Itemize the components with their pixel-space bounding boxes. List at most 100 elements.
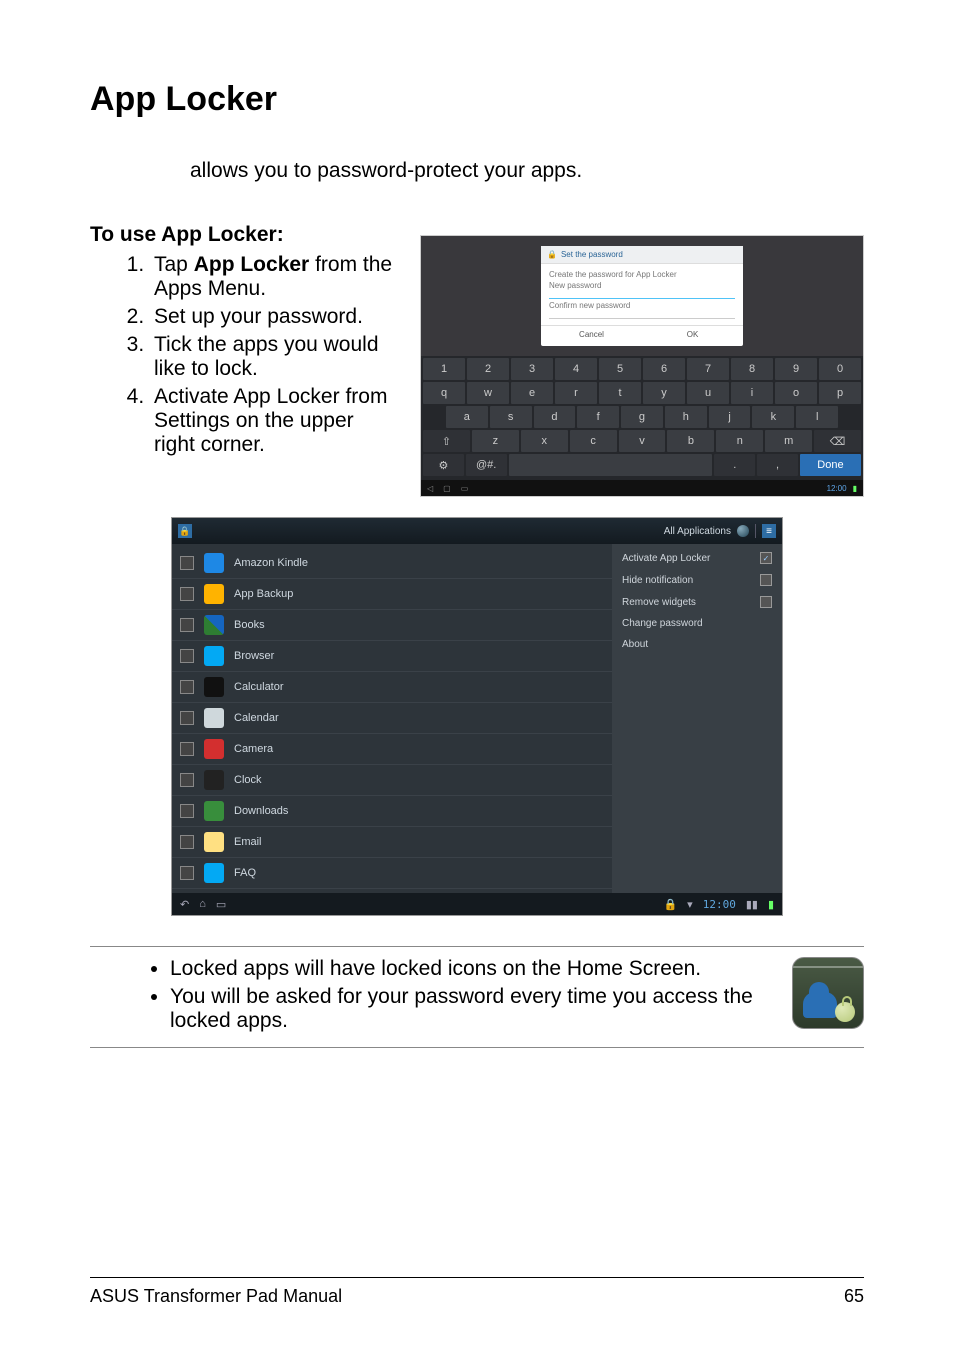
menu-remove-widgets[interactable]: Remove widgets bbox=[622, 596, 772, 608]
note-1: Locked apps will have locked icons on th… bbox=[170, 957, 772, 981]
key-q[interactable]: q bbox=[423, 382, 465, 404]
checkbox[interactable] bbox=[180, 773, 194, 787]
key-6[interactable]: 6 bbox=[643, 358, 685, 380]
checkbox[interactable] bbox=[180, 618, 194, 632]
cancel-button[interactable]: Cancel bbox=[541, 326, 642, 343]
key-s[interactable]: s bbox=[490, 406, 532, 428]
status-clock: 12:00 bbox=[827, 484, 847, 493]
key-z[interactable]: z bbox=[472, 430, 519, 452]
nav-back-icon[interactable]: ◁ bbox=[427, 484, 433, 493]
key-l[interactable]: l bbox=[796, 406, 838, 428]
toggle[interactable]: ✓ bbox=[760, 552, 772, 564]
menu-activate-app-locker[interactable]: Activate App Locker✓ bbox=[622, 552, 772, 564]
step-4: Activate App Locker from Settings on the… bbox=[150, 385, 400, 457]
menu-about[interactable]: About bbox=[622, 639, 772, 650]
key-a[interactable]: a bbox=[446, 406, 488, 428]
key-f[interactable]: f bbox=[577, 406, 619, 428]
key-m[interactable]: m bbox=[765, 430, 812, 452]
step-2: Set up your password. bbox=[150, 305, 400, 329]
key-u[interactable]: u bbox=[687, 382, 729, 404]
toggle[interactable] bbox=[760, 574, 772, 586]
app-row-backup[interactable]: App Backup bbox=[172, 579, 612, 610]
app-row-books[interactable]: Books bbox=[172, 610, 612, 641]
app-row-downloads[interactable]: Downloads bbox=[172, 796, 612, 827]
key-c[interactable]: c bbox=[570, 430, 617, 452]
divider bbox=[755, 524, 756, 538]
app-row-browser[interactable]: Browser bbox=[172, 641, 612, 672]
key-3[interactable]: 3 bbox=[511, 358, 553, 380]
key-e[interactable]: e bbox=[511, 382, 553, 404]
app-row-kindle[interactable]: Amazon Kindle bbox=[172, 548, 612, 579]
key-0[interactable]: 0 bbox=[819, 358, 861, 380]
key-b[interactable]: b bbox=[667, 430, 714, 452]
key-symbols[interactable]: @#. bbox=[466, 454, 507, 476]
menu-hide-notification[interactable]: Hide notification bbox=[622, 574, 772, 586]
key-r[interactable]: r bbox=[555, 382, 597, 404]
menu-label: About bbox=[622, 639, 648, 650]
checkbox[interactable] bbox=[180, 556, 194, 570]
app-row-calc[interactable]: Calculator bbox=[172, 672, 612, 703]
key-5[interactable]: 5 bbox=[599, 358, 641, 380]
key-w[interactable]: w bbox=[467, 382, 509, 404]
ok-button[interactable]: OK bbox=[642, 326, 743, 343]
checkbox[interactable] bbox=[180, 587, 194, 601]
key-n[interactable]: n bbox=[716, 430, 763, 452]
key-v[interactable]: v bbox=[619, 430, 666, 452]
toggle[interactable] bbox=[760, 596, 772, 608]
key-7[interactable]: 7 bbox=[687, 358, 729, 380]
refresh-icon[interactable] bbox=[737, 525, 749, 537]
new-password-input[interactable] bbox=[549, 292, 735, 299]
key-settings[interactable]: ⚙ bbox=[423, 454, 464, 476]
nav-recent-icon[interactable]: ▭ bbox=[461, 484, 469, 493]
checkbox[interactable] bbox=[180, 711, 194, 725]
key-t[interactable]: t bbox=[599, 382, 641, 404]
key-h[interactable]: h bbox=[665, 406, 707, 428]
nav-back-icon[interactable]: ↶ bbox=[180, 898, 189, 911]
key-1[interactable]: 1 bbox=[423, 358, 465, 380]
app-row-clock[interactable]: Clock bbox=[172, 765, 612, 796]
checkbox[interactable] bbox=[180, 680, 194, 694]
confirm-password-label: Confirm new password bbox=[549, 301, 735, 310]
app-row-email[interactable]: Email bbox=[172, 827, 612, 858]
app-row-faq[interactable]: FAQ bbox=[172, 858, 612, 889]
key-o[interactable]: o bbox=[775, 382, 817, 404]
key-g[interactable]: g bbox=[621, 406, 663, 428]
menu-label: Remove widgets bbox=[622, 597, 696, 608]
key-8[interactable]: 8 bbox=[731, 358, 773, 380]
key-j[interactable]: j bbox=[709, 406, 751, 428]
key-done[interactable]: Done bbox=[800, 454, 861, 476]
key-9[interactable]: 9 bbox=[775, 358, 817, 380]
nav-recent-icon[interactable]: ▭ bbox=[216, 898, 226, 911]
checkbox[interactable] bbox=[180, 804, 194, 818]
nav-home-icon[interactable]: ▢ bbox=[443, 484, 451, 493]
key-⇧[interactable]: ⇧ bbox=[423, 430, 470, 452]
battery-icon: ▮ bbox=[853, 484, 857, 493]
key-comma[interactable]: , bbox=[757, 454, 798, 476]
checkbox[interactable] bbox=[180, 742, 194, 756]
key-d[interactable]: d bbox=[534, 406, 576, 428]
settings-icon[interactable]: ≡ bbox=[762, 524, 776, 538]
key-x[interactable]: x bbox=[521, 430, 568, 452]
list-header-title: All Applications bbox=[664, 526, 731, 537]
checkbox[interactable] bbox=[180, 835, 194, 849]
app-row-camera[interactable]: Camera bbox=[172, 734, 612, 765]
dialog-title: Set the password bbox=[561, 250, 623, 259]
nav-home-icon[interactable]: ⌂ bbox=[199, 898, 206, 910]
menu-change-password[interactable]: Change password bbox=[622, 618, 772, 629]
key-space[interactable] bbox=[509, 454, 713, 476]
key-k[interactable]: k bbox=[752, 406, 794, 428]
signal-icon: ▮▮ bbox=[746, 898, 758, 911]
confirm-password-input[interactable] bbox=[549, 312, 735, 319]
key-2[interactable]: 2 bbox=[467, 358, 509, 380]
key-4[interactable]: 4 bbox=[555, 358, 597, 380]
key-y[interactable]: y bbox=[643, 382, 685, 404]
notes-list: Locked apps will have locked icons on th… bbox=[90, 957, 772, 1037]
key-p[interactable]: p bbox=[819, 382, 861, 404]
app-row-calendar[interactable]: Calendar bbox=[172, 703, 612, 734]
key-i[interactable]: i bbox=[731, 382, 773, 404]
key-dot[interactable]: . bbox=[714, 454, 755, 476]
key-⌫[interactable]: ⌫ bbox=[814, 430, 861, 452]
checkbox[interactable] bbox=[180, 866, 194, 880]
footer-left: ASUS Transformer Pad Manual bbox=[90, 1286, 342, 1307]
checkbox[interactable] bbox=[180, 649, 194, 663]
